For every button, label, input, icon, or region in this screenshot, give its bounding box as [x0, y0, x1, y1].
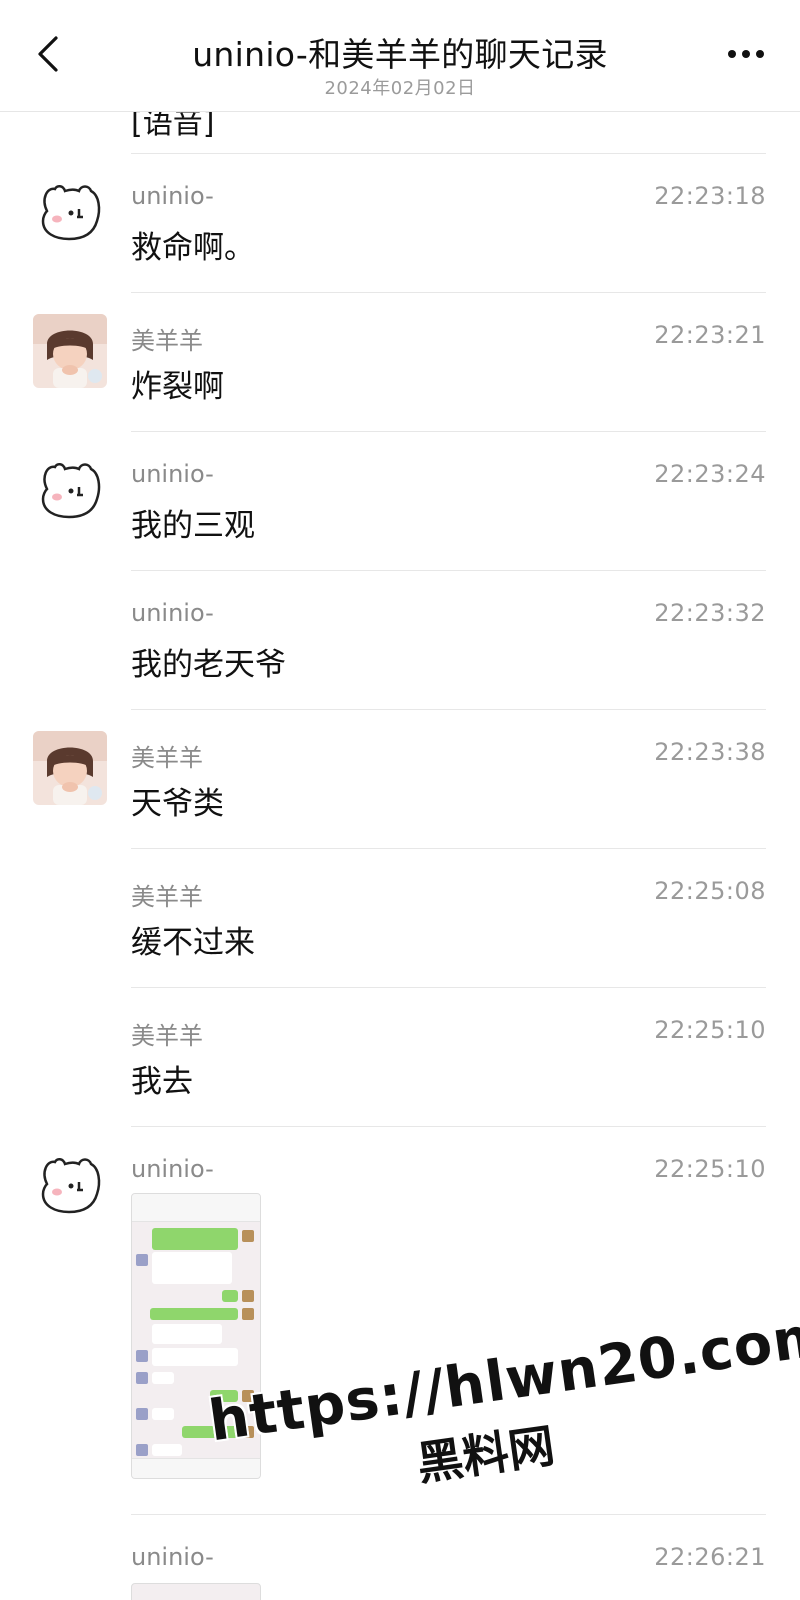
message-row[interactable]: uninio- 22:23:32 我的老天爷 — [0, 571, 800, 710]
message-time: 22:23:18 — [654, 182, 766, 210]
message-row[interactable]: 美羊羊 22:23:38 天爷类 — [0, 710, 800, 849]
message-text: 天爷类 — [131, 786, 224, 822]
message-time: 22:25:08 — [654, 877, 766, 905]
message-time: 22:23:32 — [654, 599, 766, 627]
message-text: 炸裂啊 — [131, 369, 224, 405]
chevron-left-icon — [38, 36, 58, 72]
message-text: 救命啊。 — [131, 230, 255, 266]
bunny-avatar[interactable] — [33, 1148, 107, 1222]
bunny-avatar[interactable] — [33, 175, 107, 249]
sender-name: 美羊羊 — [131, 327, 203, 355]
sender-name: uninio- — [131, 460, 214, 488]
sender-name: 美羊羊 — [131, 744, 203, 772]
message-row[interactable]: uninio- 22:23:18 救命啊。 — [0, 154, 800, 293]
sender-name: uninio- — [131, 1155, 214, 1183]
sender-name: uninio- — [131, 599, 214, 627]
message-row[interactable]: 美羊羊 22:25:08 缓不过来 — [0, 849, 800, 988]
photo-avatar[interactable] — [33, 314, 107, 388]
message-row[interactable]: 美羊羊 22:25:10 我去 — [0, 988, 800, 1127]
message-time: 22:26:21 — [654, 1543, 766, 1571]
chat-screenshot-image[interactable] — [131, 1583, 261, 1600]
message-row[interactable]: 美羊羊 22:23:21 炸裂啊 — [0, 293, 800, 432]
more-dots-icon — [728, 50, 736, 58]
page-title: uninio-和美羊羊的聊天记录 — [192, 35, 608, 74]
bunny-avatar[interactable] — [33, 453, 107, 527]
message-time: 22:25:10 — [654, 1155, 766, 1183]
chat-screenshot-image[interactable] — [131, 1193, 261, 1479]
message-text: 我的三观 — [131, 508, 255, 544]
page-subtitle-date: 2024年02月02日 — [324, 78, 476, 99]
sender-name: 美羊羊 — [131, 1022, 203, 1050]
message-time: 22:23:24 — [654, 460, 766, 488]
navigation-bar: uninio-和美羊羊的聊天记录 2024年02月02日 — [0, 0, 800, 112]
sender-name: uninio- — [131, 1543, 214, 1571]
sender-name: uninio- — [131, 182, 214, 210]
more-options-button[interactable] — [722, 40, 770, 68]
sender-name: 美羊羊 — [131, 883, 203, 911]
message-text: 我的老天爷 — [131, 647, 286, 683]
image-message-row[interactable]: uninio- 22:25:10 — [0, 1127, 800, 1515]
message-time: 22:25:10 — [654, 1016, 766, 1044]
photo-avatar[interactable] — [33, 731, 107, 805]
message-row[interactable]: uninio- 22:23:24 我的三观 — [0, 432, 800, 571]
message-time: 22:23:38 — [654, 738, 766, 766]
chat-record-list: [语音] uninio- 22:23:18 救命啊。 美羊羊 22:23:21 … — [0, 0, 800, 1600]
message-text: 缓不过来 — [131, 925, 255, 961]
back-button[interactable] — [28, 30, 68, 78]
message-text: 我去 — [131, 1064, 193, 1100]
message-time: 22:23:21 — [654, 321, 766, 349]
message-row[interactable]: uninio- 22:26:21 — [0, 1515, 800, 1600]
